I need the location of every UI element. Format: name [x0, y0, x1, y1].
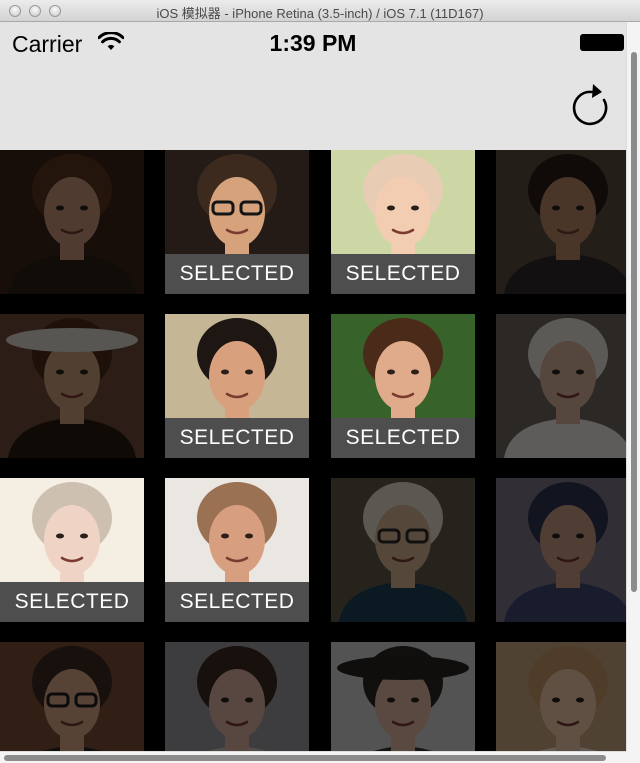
window-title: iOS 模拟器 - iPhone Retina (3.5-inch) / iOS…	[156, 6, 484, 21]
vertical-scroll-thumb[interactable]	[631, 52, 637, 592]
unselected-overlay	[496, 314, 626, 458]
window-horizontal-scrollbar[interactable]	[0, 751, 626, 763]
photo-cell[interactable]: SELECTED	[165, 314, 309, 458]
photo-cell[interactable]	[331, 478, 475, 622]
unselected-overlay	[0, 150, 144, 294]
battery-icon	[580, 34, 624, 51]
horizontal-scroll-thumb[interactable]	[4, 755, 606, 761]
refresh-button[interactable]	[570, 80, 610, 126]
unselected-overlay	[331, 642, 475, 751]
selected-label: SELECTED	[165, 582, 309, 622]
photo-cell[interactable]	[165, 642, 309, 751]
photo-cell[interactable]	[496, 314, 626, 458]
photo-cell[interactable]: SELECTED	[165, 478, 309, 622]
status-bar: Carrier 1:39 PM	[0, 22, 626, 62]
unselected-overlay	[496, 478, 626, 622]
photo-cell[interactable]	[496, 642, 626, 751]
selected-label: SELECTED	[0, 582, 144, 622]
unselected-overlay	[165, 642, 309, 751]
photo-cell[interactable]: SELECTED	[0, 478, 144, 622]
window-title-bar: iOS 模拟器 - iPhone Retina (3.5-inch) / iOS…	[0, 0, 640, 22]
photo-cell[interactable]: SELECTED	[331, 150, 475, 294]
photo-cell[interactable]: SELECTED	[331, 314, 475, 458]
photo-cell[interactable]: SELECTED	[165, 150, 309, 294]
selected-label: SELECTED	[165, 254, 309, 294]
selected-label: SELECTED	[331, 418, 475, 458]
unselected-overlay	[0, 314, 144, 458]
unselected-overlay	[496, 150, 626, 294]
window-vertical-scrollbar[interactable]	[626, 22, 640, 751]
photo-grid: SELECTED SELECTED SELECTED SELECTED SELECTED…	[0, 150, 626, 751]
navigation-bar	[0, 62, 626, 150]
photo-cell[interactable]	[496, 478, 626, 622]
selected-label: SELECTED	[331, 254, 475, 294]
simulator-screen: Carrier 1:39 PM SELECTED SELECTED SELECTED…	[0, 22, 626, 751]
photo-cell[interactable]	[0, 314, 144, 458]
photo-cell[interactable]	[331, 642, 475, 751]
photo-cell[interactable]	[0, 150, 144, 294]
photo-cell[interactable]	[496, 150, 626, 294]
status-time: 1:39 PM	[269, 30, 357, 56]
refresh-icon	[572, 84, 608, 126]
scrollbar-corner	[626, 751, 640, 763]
photo-cell[interactable]	[0, 642, 144, 751]
unselected-overlay	[0, 642, 144, 751]
unselected-overlay	[331, 478, 475, 622]
unselected-overlay	[496, 642, 626, 751]
selected-label: SELECTED	[165, 418, 309, 458]
